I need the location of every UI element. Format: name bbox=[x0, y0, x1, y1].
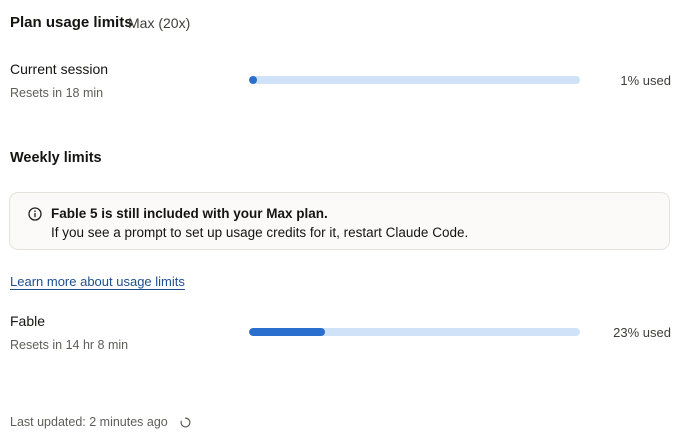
plan-name: Max (20x) bbox=[128, 15, 191, 31]
current-session-used: 1% used bbox=[620, 73, 671, 88]
fable-progress-bar bbox=[249, 328, 580, 336]
current-session-label: Current session bbox=[10, 61, 109, 77]
fable-limit-label: Fable bbox=[10, 313, 46, 329]
page-title: Plan usage limits bbox=[10, 14, 133, 31]
last-updated-text: Last updated: 2 minutes ago bbox=[10, 415, 168, 429]
notice-title: Fable 5 is still included with your Max … bbox=[51, 206, 328, 221]
loading-spinner-icon bbox=[180, 417, 191, 428]
fable-used: 23% used bbox=[613, 325, 671, 340]
fable-progress-fill bbox=[249, 328, 326, 336]
learn-more-link[interactable]: Learn more about usage limits bbox=[10, 274, 185, 289]
notice-body: If you see a prompt to set up usage cred… bbox=[51, 225, 469, 240]
current-session-progress-fill bbox=[249, 76, 257, 84]
info-icon bbox=[28, 207, 42, 221]
fable-limit-reset: Resets in 14 hr 8 min bbox=[10, 338, 129, 352]
current-session-progress-bar bbox=[249, 76, 580, 84]
weekly-limits-title: Weekly limits bbox=[10, 150, 102, 166]
current-session-reset: Resets in 18 min bbox=[10, 86, 104, 100]
info-notice: Fable 5 is still included with your Max … bbox=[9, 192, 670, 250]
